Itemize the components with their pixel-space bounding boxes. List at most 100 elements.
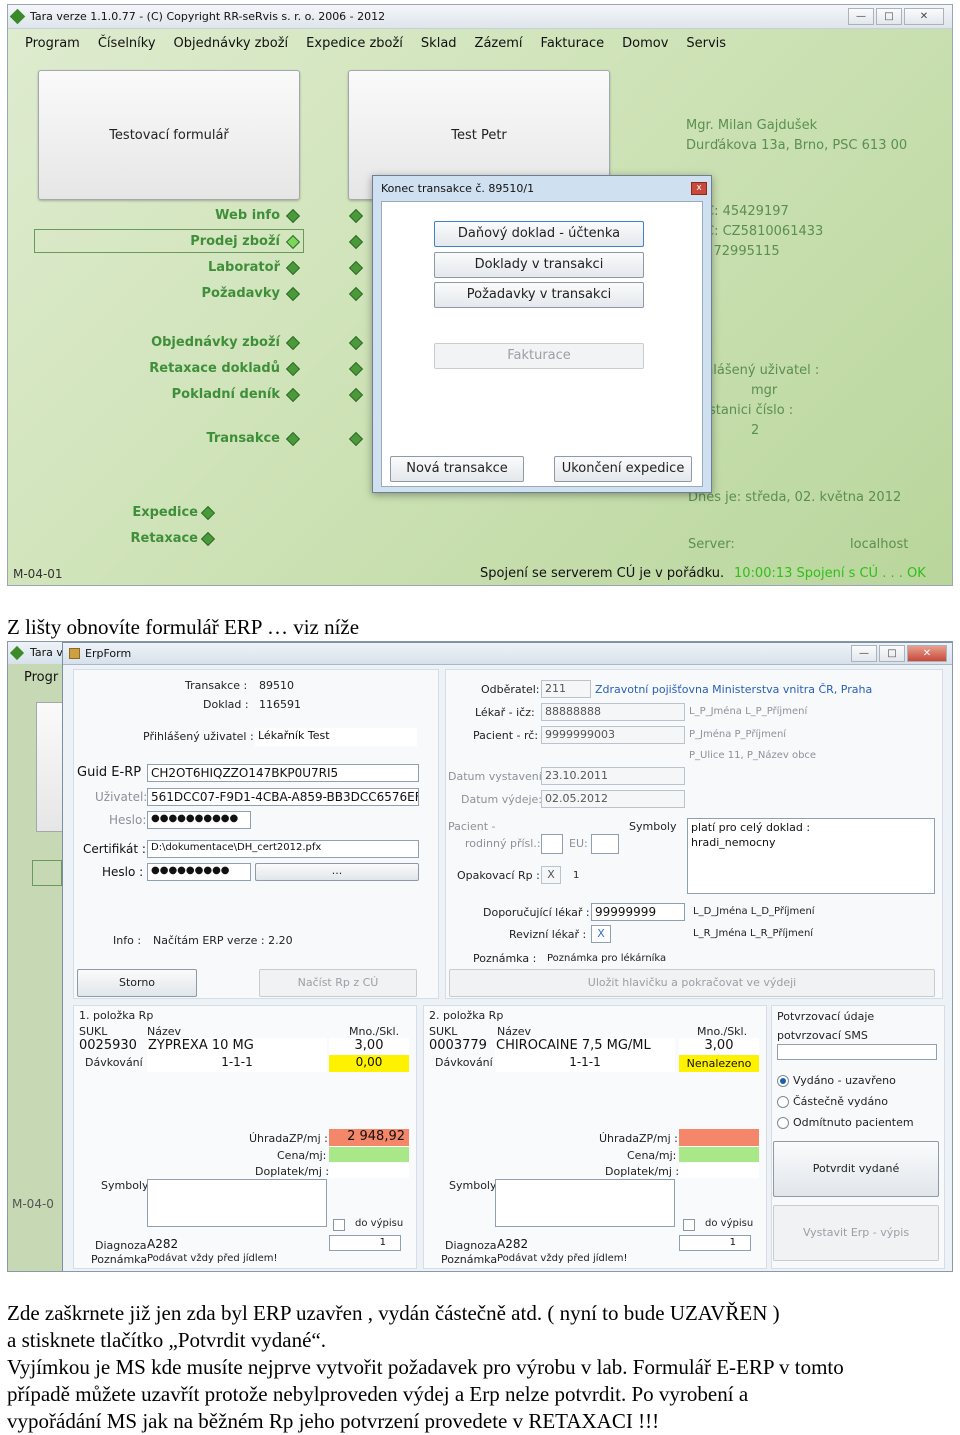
window-title: Tara verze 1.1.0.77 - (C) Copyright RR-s… bbox=[30, 10, 386, 23]
poznamka-label: Poznámka bbox=[91, 1253, 148, 1266]
dialog-title: Konec transakce č. 89510/1 bbox=[381, 182, 535, 195]
nav-retaxace[interactable]: Retaxace bbox=[8, 531, 199, 546]
menu-bar: Program Číselníky Objednávky zboží Exped… bbox=[8, 30, 952, 56]
eu-field[interactable] bbox=[591, 834, 619, 854]
datum-vystaveni-field[interactable]: 23.10.2011 bbox=[541, 767, 685, 785]
nav-retaxace-dokladu[interactable]: Retaxace dokladů bbox=[90, 361, 280, 376]
vystavit-erp-button[interactable]: Vystavit Erp - výpis bbox=[773, 1205, 939, 1261]
maximize-button[interactable]: □ bbox=[879, 645, 905, 662]
maximize-button[interactable]: □ bbox=[876, 8, 902, 25]
certifikat-field[interactable]: D:\dokumentace\DH_cert2012.pfx bbox=[147, 840, 419, 858]
odberatel-field[interactable]: 211 bbox=[541, 680, 591, 698]
radio-castecne-label: Částečně vydáno bbox=[793, 1095, 888, 1108]
nova-transakce-button[interactable]: Nová transakce bbox=[390, 456, 524, 482]
pacient-field[interactable]: 9999999003 bbox=[541, 726, 685, 744]
window-controls: — □ ✕ bbox=[848, 8, 944, 25]
testovaci-formular-button[interactable]: Testovací formulář bbox=[38, 70, 300, 200]
potvrzovaci-sms-label: potvrzovací SMS bbox=[777, 1029, 868, 1042]
sms-field[interactable] bbox=[777, 1044, 937, 1060]
info-label: Info : bbox=[113, 934, 142, 947]
diamond-icon[interactable] bbox=[348, 208, 364, 224]
radio-odmitnuto[interactable] bbox=[777, 1117, 789, 1129]
minimize-button[interactable]: — bbox=[848, 8, 874, 25]
minimize-button[interactable]: — bbox=[851, 645, 877, 662]
transakce-value: 89510 bbox=[259, 679, 294, 692]
radio-castecne-vydano[interactable] bbox=[777, 1096, 789, 1108]
item-1-cena bbox=[329, 1147, 409, 1162]
diamond-icon[interactable] bbox=[348, 387, 364, 403]
uzivatel-field[interactable]: 561DCC07-F9D1-4CBA-A859-BB3DCC6576EF bbox=[147, 788, 419, 806]
diamond-icon[interactable] bbox=[348, 431, 364, 447]
certifikat-label: Certifikát : bbox=[83, 842, 146, 856]
mno-label: Mno./Skl. bbox=[697, 1025, 748, 1038]
nazev-label: Název bbox=[497, 1025, 532, 1038]
nav-prodej-zbozi[interactable]: Prodej zboží bbox=[90, 234, 280, 249]
close-button[interactable]: ✕ bbox=[907, 645, 947, 662]
symboly-box[interactable]: platí pro celý doklad : hradi_nemocny bbox=[687, 818, 935, 894]
lekar-field[interactable]: 88888888 bbox=[541, 703, 685, 721]
prihlaseny-value: Lékařník Test bbox=[255, 728, 417, 746]
menu-zazemi[interactable]: Zázemí bbox=[466, 30, 532, 56]
menu-objednavky[interactable]: Objednávky zboží bbox=[165, 30, 298, 56]
danovy-doklad-button[interactable]: Daňový doklad - účtenka bbox=[434, 221, 644, 247]
close-button[interactable]: ✕ bbox=[904, 8, 944, 25]
heslo2-field[interactable]: ●●●●●●●●● bbox=[147, 863, 251, 881]
paragraph-line-3: Vyjímkou je MS kde musíte nejprve vytvoř… bbox=[7, 1355, 844, 1379]
item-1-do-vypisu-checkbox[interactable] bbox=[333, 1219, 345, 1231]
nav-transakce[interactable]: Transakce bbox=[90, 431, 280, 446]
ukonceni-expedice-button[interactable]: Ukončení expedice bbox=[554, 456, 692, 482]
server-name: localhost bbox=[850, 537, 909, 552]
nav-expedice[interactable]: Expedice bbox=[8, 505, 198, 520]
diamond-icon bbox=[285, 335, 301, 351]
diamond-icon bbox=[285, 260, 301, 276]
menu-fakturace[interactable]: Fakturace bbox=[532, 30, 614, 56]
nacist-rp-button[interactable]: Načíst Rp z CÚ bbox=[259, 969, 417, 997]
fakturace-button[interactable]: Fakturace bbox=[434, 343, 644, 369]
lekar-name: L_P_Jména L_P_Příjmení bbox=[689, 706, 808, 717]
rodinny-field[interactable] bbox=[541, 834, 563, 854]
doporucujici-field[interactable]: 99999999 bbox=[591, 903, 685, 921]
menu-expedice[interactable]: Expedice zboží bbox=[297, 30, 412, 56]
ulozit-hlavicku-button[interactable]: Uložit hlavičku a pokračovat ve výdeji bbox=[449, 969, 935, 997]
diamond-icon[interactable] bbox=[348, 335, 364, 351]
browse-certificate-button[interactable]: ... bbox=[255, 863, 419, 881]
menu-ciselniky[interactable]: Číselníky bbox=[89, 30, 165, 56]
opakovaci-checkbox[interactable]: X bbox=[541, 866, 561, 884]
nav-objednavky-zbozi[interactable]: Objednávky zboží bbox=[90, 335, 280, 350]
menu-sklad[interactable]: Sklad bbox=[412, 30, 466, 56]
diamond-icon[interactable] bbox=[348, 234, 364, 250]
potvrdit-vydane-button[interactable]: Potvrdit vydané bbox=[773, 1141, 939, 1197]
transakce-label: Transakce : bbox=[185, 679, 248, 692]
diamond-icon[interactable] bbox=[348, 361, 364, 377]
item-1-spinner[interactable]: 1 bbox=[329, 1235, 401, 1251]
heslo-field[interactable]: ●●●●●●●●●● bbox=[147, 811, 251, 829]
menu-domov[interactable]: Domov bbox=[613, 30, 677, 56]
revizni-field[interactable]: X bbox=[591, 925, 611, 943]
menu-servis[interactable]: Servis bbox=[677, 30, 735, 56]
davkovani-label: Dávkování bbox=[85, 1056, 143, 1069]
doklady-v-transakci-button[interactable]: Doklady v transakci bbox=[434, 252, 644, 278]
diamond-icon[interactable] bbox=[348, 260, 364, 276]
item-2-symboly[interactable] bbox=[495, 1179, 675, 1227]
radio-vydano-uzavreno[interactable] bbox=[777, 1075, 789, 1087]
dialog-close-button[interactable]: x bbox=[691, 182, 707, 195]
mno-label: Mno./Skl. bbox=[349, 1025, 400, 1038]
datum-vydeje-field[interactable]: 02.05.2012 bbox=[541, 790, 685, 808]
menu-program[interactable]: Program bbox=[16, 30, 89, 56]
guid-field[interactable]: CH2OT6HIQZZO147BKP0U7RI5 bbox=[147, 764, 419, 782]
nav-web-info[interactable]: Web info bbox=[90, 208, 280, 223]
item-2-spinner[interactable]: 1 bbox=[679, 1235, 751, 1251]
erp-title-bar: ErpForm — □ ✕ bbox=[63, 643, 952, 665]
nav-pokladni-denik[interactable]: Pokladní deník bbox=[90, 387, 280, 402]
radio-odmitnuto-label: Odmítnuto pacientem bbox=[793, 1116, 914, 1129]
item-1-symboly[interactable] bbox=[147, 1179, 327, 1227]
nav-pozadavky[interactable]: Požadavky bbox=[90, 286, 280, 301]
pozadavky-v-transakci-button[interactable]: Požadavky v transakci bbox=[434, 282, 644, 308]
doklad-value: 116591 bbox=[259, 698, 301, 711]
nav-laborator[interactable]: Laboratoř bbox=[90, 260, 280, 275]
diamond-icon[interactable] bbox=[348, 286, 364, 302]
item-2-do-vypisu-checkbox[interactable] bbox=[683, 1219, 695, 1231]
window-controls: — □ ✕ bbox=[851, 645, 947, 662]
storno-button[interactable]: Storno bbox=[77, 969, 197, 997]
item-2-sukl: 0003779 bbox=[429, 1038, 487, 1053]
